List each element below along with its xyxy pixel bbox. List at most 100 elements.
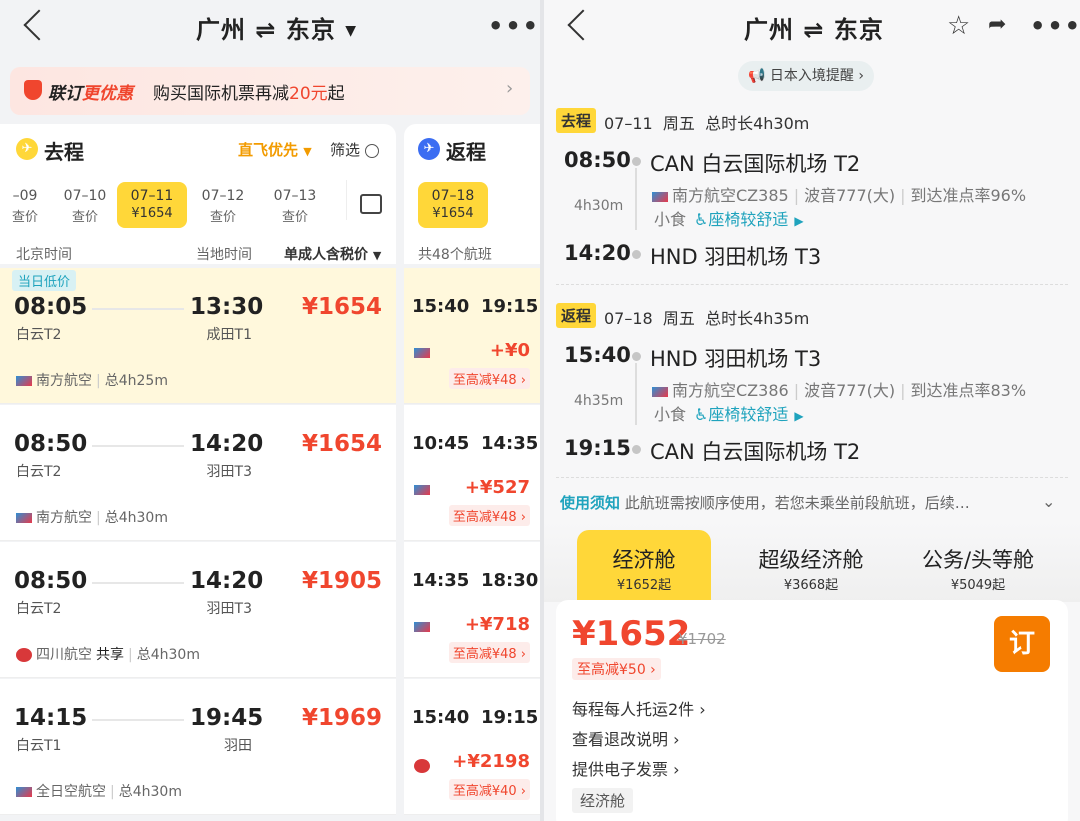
chevron-down-icon[interactable]: ⌄: [1042, 492, 1055, 511]
date-price: 查价: [281, 210, 308, 225]
flight-row[interactable]: 14:15 白云T1 19:45 羽田 ¥1969 全日空航空 | 总4h30m: [0, 679, 396, 815]
timeline-dot: [632, 445, 641, 454]
book-button[interactable]: 订: [994, 616, 1050, 672]
seg-arr-time: 14:20: [564, 241, 631, 265]
invoice-link[interactable]: 提供电子发票 ›: [572, 756, 680, 780]
price-sort[interactable]: 单成人含税价 ▼: [284, 244, 381, 264]
segment-info: 07–18 周五 总时长4h35m: [604, 309, 810, 328]
entry-notice[interactable]: 📢 日本入境提醒 ›: [738, 61, 874, 91]
promo-text-b: 起: [327, 84, 345, 104]
return-flight-row[interactable]: 14:35 18:30 +¥718 至高减¥48 ›: [404, 542, 540, 678]
rules-divider: [556, 477, 1068, 478]
date-option[interactable]: 07–10 查价: [50, 182, 120, 228]
arr-airport: 成田T1: [206, 327, 252, 343]
return-flight-row[interactable]: 10:45 14:35 +¥527 至高减¥48 ›: [404, 405, 540, 541]
baggage-link[interactable]: 每程每人托运2件 ›: [572, 696, 706, 720]
flight-price: ¥1969: [301, 705, 382, 731]
arr-time: 13:30: [190, 294, 264, 320]
sort-label: 直飞优先: [238, 141, 299, 159]
return-label: 返程: [446, 140, 486, 164]
return-discount: 至高减¥48 ›: [448, 642, 530, 663]
flight-row[interactable]: 08:50 白云T2 14:20 羽田T3 ¥1905 四川航空 共享 | 总4h30m: [0, 542, 396, 678]
cabin-tab[interactable]: 超级经济舱 ¥3668起: [721, 544, 901, 593]
flight-row[interactable]: 08:50 白云T2 14:20 羽田T3 ¥1654 南方航空 | 总4h30m: [0, 405, 396, 541]
col-beijing-time: 北京时间: [16, 247, 72, 263]
date-option[interactable]: 07–12 查价: [188, 182, 258, 228]
flight-duration: 总4h25m: [104, 373, 168, 389]
promo-text: 购买国际机票再减20元起: [153, 79, 345, 104]
airline-info: 四川航空 共享 | 总4h30m: [16, 644, 200, 664]
date-option[interactable]: 07–13 查价: [260, 182, 330, 228]
seg-flight-no: 南方航空CZ385: [672, 186, 789, 205]
separator: |: [793, 381, 800, 400]
seg-dep-time: 15:40: [564, 343, 631, 367]
date-label: 07–10: [63, 188, 107, 204]
cabin-tab[interactable]: 公务/头等舱 ¥5049起: [888, 544, 1068, 593]
separator: |: [128, 647, 133, 663]
seg-meal: 小食: [654, 210, 687, 229]
more-icon[interactable]: •••: [488, 12, 540, 40]
back-arrow-icon[interactable]: [567, 9, 599, 41]
return-date-selected[interactable]: 07–18 ¥1654: [418, 182, 488, 228]
airline-logo-icon: [16, 648, 32, 662]
flight-detail-panel: 广州 ⇌ 东京 ☆ ➦ ••• 📢 日本入境提醒 › 去程 07–11 周五 总时…: [544, 0, 1080, 821]
return-discount-text: 至高减¥48: [452, 647, 517, 662]
filter-icon: [364, 143, 379, 158]
return-arr-time: 19:15: [481, 296, 539, 317]
codeshare-label: 共享: [96, 647, 124, 663]
date-price: 查价: [209, 210, 236, 225]
date-option[interactable]: 07–11 ¥1654: [117, 182, 187, 228]
filter-button[interactable]: 筛选: [330, 139, 379, 160]
chevron-right-icon: ›: [516, 373, 526, 388]
date-label: 07–13: [273, 188, 317, 204]
airline-name: 南方航空: [36, 373, 92, 389]
promo-logo-icon: [24, 80, 42, 100]
airline-name: 全日空航空: [36, 784, 106, 800]
star-icon[interactable]: ☆: [947, 11, 970, 41]
seg-duration: 4h35m: [574, 393, 624, 409]
share-icon[interactable]: ➦: [988, 12, 1006, 37]
dep-airport: 白云T2: [16, 327, 62, 343]
seg-amenities[interactable]: 小食 ♿座椅较舒适 ▶: [654, 206, 804, 230]
return-dep-time: 15:40: [412, 707, 470, 728]
arr-airport: 羽田: [224, 738, 252, 754]
caret-down-icon: ▼: [372, 249, 382, 262]
return-add-price: +¥0: [489, 340, 530, 361]
seg-arr-time: 19:15: [564, 436, 631, 460]
arr-time: 14:20: [190, 431, 264, 457]
cabin-name: 经济舱: [612, 548, 676, 572]
route-title[interactable]: 广州 ⇌ 东京 ▼: [196, 10, 357, 45]
entry-notice-text: 日本入境提醒: [769, 68, 854, 84]
seg-ontime: 到达准点率83%: [910, 381, 1027, 400]
airline-info: 南方航空 | 总4h25m: [16, 370, 168, 390]
calendar-icon[interactable]: [360, 194, 382, 214]
detail-route-title: 广州 ⇌ 东京: [744, 16, 884, 44]
route-line: [92, 308, 184, 310]
dep-time: 08:50: [14, 431, 88, 457]
more-icon[interactable]: •••: [1030, 12, 1080, 40]
route-title-text: 广州 ⇌ 东京: [196, 16, 336, 44]
refund-link[interactable]: 查看退改说明 ›: [572, 726, 680, 750]
return-flight-row[interactable]: 15:40 19:15 +¥2198 至高减¥40 ›: [404, 679, 540, 815]
date-price: ¥1654: [131, 206, 173, 221]
airline-logo-icon: [16, 513, 32, 523]
rules-row[interactable]: 使用须知 此航班需按顺序使用，若您未乘坐前段航班，后续…: [560, 492, 970, 513]
seg-dep-airport: CAN 白云国际机场 T2: [650, 152, 861, 176]
timeline-dot: [632, 250, 641, 259]
flight-row[interactable]: 当日低价 08:05 白云T2 13:30 成田T1 ¥1654 南方航空 | 总4h25m: [0, 268, 396, 404]
cabin-tab[interactable]: 经济舱 ¥1652起: [554, 544, 734, 593]
offer-discount[interactable]: 至高减¥50 ›: [572, 658, 661, 680]
return-flight-row[interactable]: 15:40 19:15 +¥0 至高减¥48 ›: [404, 268, 540, 404]
arr-airport: 羽田T3: [206, 464, 252, 480]
segment-divider: [556, 284, 1068, 285]
dropdown-caret-icon: ▼: [345, 23, 357, 39]
seat-icon: ♿: [694, 210, 709, 229]
airline-logo-icon: [414, 485, 430, 495]
seg-amenities[interactable]: 小食 ♿座椅较舒适 ▶: [654, 401, 804, 425]
sort-dropdown[interactable]: 直飞优先 ▼: [238, 139, 312, 160]
date-divider: [346, 180, 347, 220]
offer-discount-text: 至高减¥50: [577, 662, 646, 678]
promo-banner[interactable]: 联订更优惠 购买国际机票再减20元起 ›: [10, 67, 530, 115]
promo-amount: 20元: [289, 84, 328, 104]
back-arrow-icon[interactable]: [23, 9, 55, 41]
